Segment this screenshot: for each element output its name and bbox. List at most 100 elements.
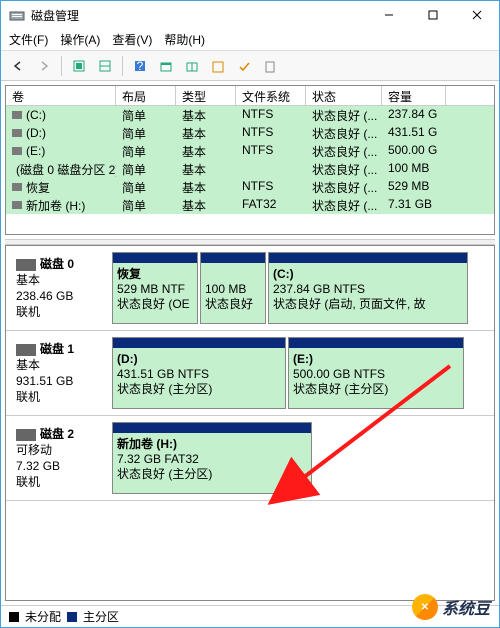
partition[interactable]: 恢复529 MB NTF状态良好 (OE — [112, 252, 198, 324]
disk-type: 可移动 — [16, 442, 108, 458]
vol-layout: 简单 — [116, 178, 176, 196]
vol-cap: 100 MB — [382, 160, 446, 178]
part-size: 100 MB — [205, 282, 246, 296]
vol-type: 基本 — [176, 106, 236, 124]
separator — [122, 56, 123, 76]
disk-type: 基本 — [16, 272, 108, 288]
vol-type: 基本 — [176, 178, 236, 196]
part-title: (E:) — [293, 352, 313, 366]
part-status: 状态良好 (主分区) — [117, 467, 212, 481]
partition-header — [289, 338, 463, 348]
disk-info[interactable]: 磁盘 1基本931.51 GB联机 — [12, 337, 112, 409]
toolbar-icon-4[interactable] — [181, 55, 203, 77]
vol-layout: 简单 — [116, 142, 176, 160]
toolbar-icon-3[interactable] — [155, 55, 177, 77]
volume-icon — [12, 183, 22, 191]
partition-body: 新加卷 (H:)7.32 GB FAT32状态良好 (主分区) — [113, 433, 311, 493]
disk-status: 联机 — [16, 304, 108, 320]
menu-view[interactable]: 查看(V) — [112, 31, 152, 48]
menu-action[interactable]: 操作(A) — [60, 31, 100, 48]
volume-icon — [12, 129, 22, 137]
partitions: 新加卷 (H:)7.32 GB FAT32状态良好 (主分区) — [112, 422, 488, 494]
col-capacity[interactable]: 容量 — [382, 86, 446, 105]
table-row[interactable]: (C:)简单基本NTFS状态良好 (...237.84 G — [6, 106, 494, 124]
disk-size: 931.51 GB — [16, 373, 108, 389]
disk-mgmt-icon — [9, 7, 25, 23]
disk-info[interactable]: 磁盘 2可移动7.32 GB联机 — [12, 422, 112, 494]
window-buttons — [367, 1, 499, 29]
vol-cap: 500.00 G — [382, 142, 446, 160]
toolbar-icon-5[interactable] — [207, 55, 229, 77]
col-type[interactable]: 类型 — [176, 86, 236, 105]
disk-type: 基本 — [16, 357, 108, 373]
table-row[interactable]: (D:)简单基本NTFS状态良好 (...431.51 G — [6, 124, 494, 142]
forward-button[interactable] — [33, 55, 55, 77]
disk-info[interactable]: 磁盘 0基本238.46 GB联机 — [12, 252, 112, 324]
part-size: 500.00 GB NTFS — [293, 367, 385, 381]
part-status: 状态良好 (启动, 页面文件, 故 — [273, 297, 426, 311]
close-button[interactable] — [455, 1, 499, 29]
help-icon[interactable]: ? — [129, 55, 151, 77]
table-row[interactable]: (E:)简单基本NTFS状态良好 (...500.00 G — [6, 142, 494, 160]
partition-header — [269, 253, 467, 263]
disk-row: 磁盘 2可移动7.32 GB联机新加卷 (H:)7.32 GB FAT32状态良… — [6, 416, 494, 501]
window: 磁盘管理 文件(F) 操作(A) 查看(V) 帮助(H) ? 卷 布局 类型 文… — [0, 0, 500, 628]
partition-body: (D:)431.51 GB NTFS状态良好 (主分区) — [113, 348, 285, 408]
toolbar-icon-6[interactable] — [233, 55, 255, 77]
table-row[interactable]: (磁盘 0 磁盘分区 2)简单基本 状态良好 (...100 MB — [6, 160, 494, 178]
partition[interactable]: (E:)500.00 GB NTFS状态良好 (主分区) — [288, 337, 464, 409]
vol-cap: 431.51 G — [382, 124, 446, 142]
watermark-logo-icon: ✕ — [412, 594, 438, 620]
vol-name: (磁盘 0 磁盘分区 2) — [16, 161, 116, 178]
vol-fs: FAT32 — [236, 196, 306, 214]
vol-type: 基本 — [176, 160, 236, 178]
table-row[interactable]: 恢复简单基本NTFS状态良好 (...529 MB — [6, 178, 494, 196]
partition[interactable]: 100 MB状态良好 — [200, 252, 266, 324]
partition[interactable]: (D:)431.51 GB NTFS状态良好 (主分区) — [112, 337, 286, 409]
menu-help[interactable]: 帮助(H) — [164, 31, 205, 48]
vol-cap: 237.84 G — [382, 106, 446, 124]
graphical-view: 磁盘 0基本238.46 GB联机恢复529 MB NTF状态良好 (OE100… — [5, 245, 495, 601]
part-title: (C:) — [273, 267, 294, 281]
vol-fs — [236, 160, 306, 178]
vol-fs: NTFS — [236, 106, 306, 124]
vol-status: 状态良好 (... — [306, 196, 382, 214]
back-button[interactable] — [7, 55, 29, 77]
vol-status: 状态良好 (... — [306, 106, 382, 124]
legend-swatch-primary — [67, 612, 77, 622]
minimize-button[interactable] — [367, 1, 411, 29]
vol-type: 基本 — [176, 124, 236, 142]
part-status: 状态良好 (主分区) — [117, 382, 212, 396]
toolbar-icon-2[interactable] — [94, 55, 116, 77]
partitions: 恢复529 MB NTF状态良好 (OE100 MB状态良好(C:)237.84… — [112, 252, 488, 324]
col-fs[interactable]: 文件系统 — [236, 86, 306, 105]
partition-body: 恢复529 MB NTF状态良好 (OE — [113, 263, 197, 323]
partition-header — [113, 423, 311, 433]
vol-type: 基本 — [176, 196, 236, 214]
part-size: 431.51 GB NTFS — [117, 367, 209, 381]
vol-layout: 简单 — [116, 160, 176, 178]
vol-status: 状态良好 (... — [306, 178, 382, 196]
disk-row: 磁盘 0基本238.46 GB联机恢复529 MB NTF状态良好 (OE100… — [6, 246, 494, 331]
vol-name: 新加卷 (H:) — [26, 197, 85, 214]
partition-body: (E:)500.00 GB NTFS状态良好 (主分区) — [289, 348, 463, 408]
table-body: (C:)简单基本NTFS状态良好 (...237.84 G(D:)简单基本NTF… — [6, 106, 494, 214]
partition[interactable]: (C:)237.84 GB NTFS状态良好 (启动, 页面文件, 故 — [268, 252, 468, 324]
col-volume[interactable]: 卷 — [6, 86, 116, 105]
col-layout[interactable]: 布局 — [116, 86, 176, 105]
disk-size: 238.46 GB — [16, 288, 108, 304]
toolbar-icon-7[interactable] — [259, 55, 281, 77]
col-status[interactable]: 状态 — [306, 86, 382, 105]
part-status: 状态良好 (OE — [117, 297, 190, 311]
vol-name: 恢复 — [26, 179, 50, 196]
vol-status: 状态良好 (... — [306, 142, 382, 160]
maximize-button[interactable] — [411, 1, 455, 29]
partitions: (D:)431.51 GB NTFS状态良好 (主分区)(E:)500.00 G… — [112, 337, 488, 409]
partition[interactable]: 新加卷 (H:)7.32 GB FAT32状态良好 (主分区) — [112, 422, 312, 494]
table-row[interactable]: 新加卷 (H:)简单基本FAT32状态良好 (...7.31 GB — [6, 196, 494, 214]
partition-header — [113, 253, 197, 263]
part-title: 恢复 — [117, 267, 141, 281]
toolbar-icon-1[interactable] — [68, 55, 90, 77]
menu-file[interactable]: 文件(F) — [9, 31, 48, 48]
vol-status: 状态良好 (... — [306, 160, 382, 178]
